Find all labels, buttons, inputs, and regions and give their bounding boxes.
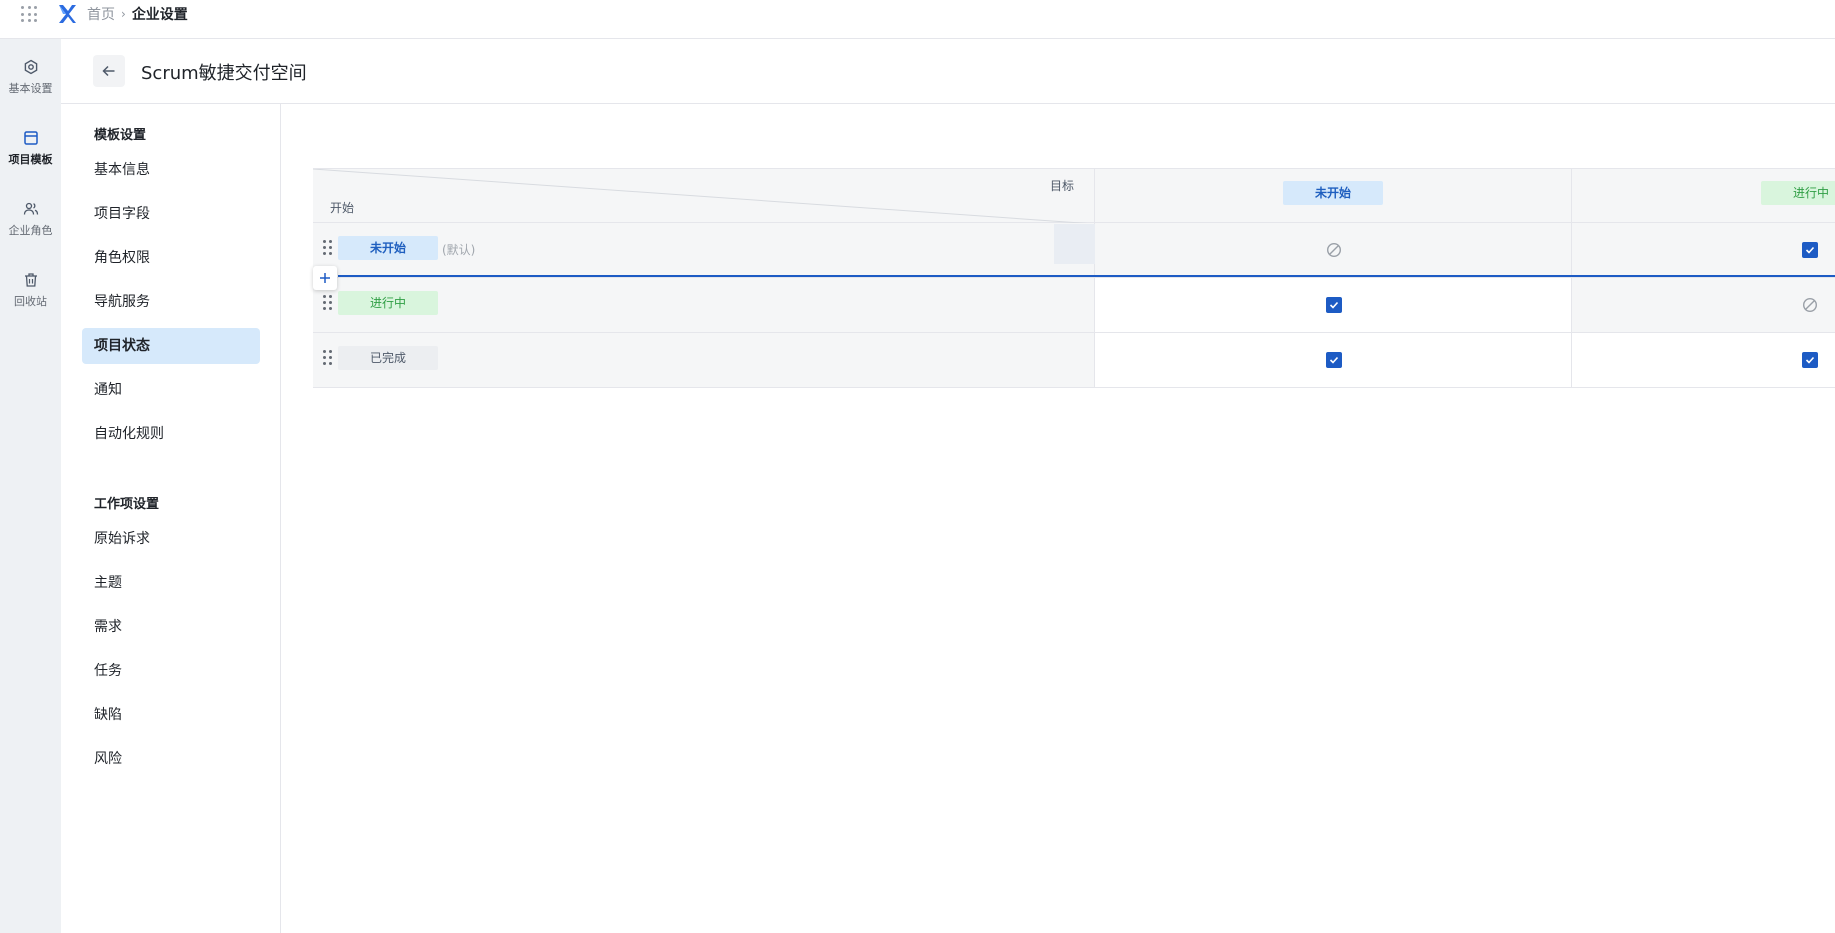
rail-label: 项目模板 [8, 153, 53, 166]
column-header: 进行中 [1572, 169, 1835, 224]
menu-item-notifications[interactable]: 通知 [82, 372, 260, 408]
matrix-corner: 目标 开始 [313, 169, 1095, 224]
status-pill-in-progress: 进行中 [338, 291, 438, 315]
rail-label: 回收站 [14, 295, 47, 308]
template-icon [23, 131, 38, 145]
rail-item-enterprise-roles[interactable]: 企业角色 [0, 201, 61, 257]
menu-item-task[interactable]: 任务 [82, 653, 260, 689]
logo-icon[interactable] [57, 3, 77, 25]
settings-menu: 模板设置 基本信息 项目字段 角色权限 导航服务 项目状态 通知 自动化规则 工… [61, 104, 281, 933]
check-icon [1329, 301, 1339, 309]
transition-cell [1095, 333, 1572, 387]
page-header: Scrum敏捷交付空间 [61, 39, 1835, 104]
drag-handle-icon[interactable] [323, 240, 333, 256]
back-button[interactable] [93, 55, 125, 87]
status-pill-not-started: 未开始 [338, 236, 438, 260]
top-bar: 首页 › 企业设置 [0, 0, 1835, 39]
transition-checkbox[interactable] [1326, 352, 1342, 368]
column-header: 未开始 [1095, 169, 1572, 224]
transition-cell [1572, 278, 1835, 332]
arrow-left-icon [102, 65, 115, 77]
row-label-cell: 已完成 [313, 333, 1095, 387]
breadcrumb-separator-icon: › [121, 7, 126, 21]
drag-handle-icon[interactable] [323, 350, 333, 366]
menu-group-title: 工作项设置 [94, 497, 160, 512]
apps-grid-icon[interactable] [21, 6, 37, 22]
menu-item-nav-services[interactable]: 导航服务 [82, 284, 260, 320]
plus-icon [320, 273, 330, 283]
breadcrumb-home-link[interactable]: 首页 [87, 4, 115, 24]
menu-item-basic-info[interactable]: 基本信息 [82, 152, 260, 188]
matrix-header: 目标 开始 未开始 进行中 [313, 168, 1835, 224]
transition-cell [1572, 223, 1835, 277]
transition-cell [1095, 223, 1572, 277]
row-label-cell: 进行中 [313, 278, 1095, 332]
menu-item-role-permissions[interactable]: 角色权限 [82, 240, 260, 276]
breadcrumb: 首页 › 企业设置 [87, 4, 188, 24]
check-icon [1805, 356, 1815, 364]
menu-item-automation-rules[interactable]: 自动化规则 [82, 416, 260, 452]
drag-handle-icon[interactable] [323, 295, 333, 311]
transition-checkbox[interactable] [1802, 242, 1818, 258]
diagonal-divider [313, 169, 1095, 224]
drag-insert-line [338, 275, 1835, 277]
status-pill-in-progress: 进行中 [1761, 181, 1835, 205]
rail-label: 基本设置 [8, 82, 53, 95]
matrix-row: 未开始 (默认) [313, 223, 1835, 278]
row-label-cell: 未开始 (默认) [313, 223, 1095, 277]
menu-item-defect[interactable]: 缺陷 [82, 697, 260, 733]
transition-checkbox[interactable] [1326, 297, 1342, 313]
menu-item-risk[interactable]: 风险 [82, 741, 260, 777]
default-note: (默认) [442, 243, 476, 257]
check-icon [1805, 246, 1815, 254]
users-icon [23, 202, 38, 215]
hover-highlight [1054, 224, 1095, 264]
status-pill-not-started: 未开始 [1283, 181, 1383, 205]
page-title: Scrum敏捷交付空间 [141, 63, 307, 84]
status-transition-matrix: 目标 开始 未开始 进行中 未开始 (默认) 进行中 已完成 [313, 168, 1835, 388]
transition-cell [1095, 278, 1572, 332]
trash-icon [24, 273, 37, 287]
transition-checkbox[interactable] [1802, 352, 1818, 368]
rail-item-project-template[interactable]: 项目模板 [0, 130, 61, 186]
settings-icon [24, 59, 37, 75]
menu-item-requirement[interactable]: 需求 [82, 609, 260, 645]
insert-row-button[interactable] [313, 266, 337, 290]
disabled-icon [1802, 297, 1818, 313]
matrix-row: 进行中 [313, 278, 1835, 333]
menu-item-theme[interactable]: 主题 [82, 565, 260, 601]
rail-item-recycle-bin[interactable]: 回收站 [0, 272, 61, 328]
start-axis-label: 开始 [330, 201, 355, 215]
status-pill-done: 已完成 [338, 346, 438, 370]
icon-rail: 基本设置 项目模板 企业角色 回收站 [0, 39, 61, 933]
menu-item-original-request[interactable]: 原始诉求 [82, 521, 260, 557]
menu-group-title: 模板设置 [94, 128, 147, 143]
menu-item-project-status[interactable]: 项目状态 [82, 328, 260, 364]
matrix-row: 已完成 [313, 333, 1835, 388]
rail-item-basic-settings[interactable]: 基本设置 [0, 59, 61, 115]
breadcrumb-current: 企业设置 [131, 7, 188, 23]
target-axis-label: 目标 [1049, 179, 1074, 193]
transition-cell [1572, 333, 1835, 387]
check-icon [1329, 356, 1339, 364]
rail-label: 企业角色 [8, 224, 53, 237]
menu-item-project-fields[interactable]: 项目字段 [82, 196, 260, 232]
disabled-icon [1326, 242, 1342, 258]
